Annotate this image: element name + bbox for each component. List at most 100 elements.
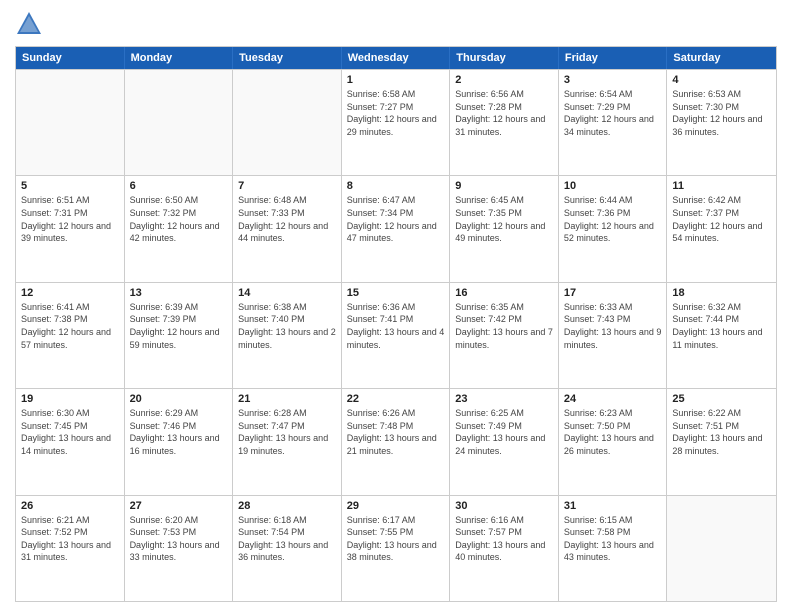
cal-cell-day-9: 9Sunrise: 6:45 AM Sunset: 7:35 PM Daylig… [450,176,559,281]
cal-cell-day-31: 31 Sunrise: 6:15 AM Sunset: 7:58 PM Dayli… [559,496,668,601]
day-number: 17 [564,287,662,299]
cal-cell-day-2: 2Sunrise: 6:56 AM Sunset: 7:28 PM Daylig… [450,70,559,175]
day-info: Sunrise: 6:36 AM Sunset: 7:41 PM Dayligh… [347,301,445,351]
day-number: 14 [238,287,336,299]
day-info: Sunrise: 6:47 AM Sunset: 7:34 PM Dayligh… [347,194,445,244]
day-number: 8 [347,180,445,192]
day-number: 13 [130,287,228,299]
cal-cell-day-10: 10 Sunrise: 6:44 AM Sunset: 7:36 PM Dayli… [559,176,668,281]
day-info: Sunrise: 6:32 AM Sunset: 7:44 PM Dayligh… [672,301,771,351]
day-info: Sunrise: 6:33 AM Sunset: 7:43 PM Dayligh… [564,301,662,351]
cal-header-sunday: Sunday [16,47,125,69]
day-info: Sunrise: 6:48 AM Sunset: 7:33 PM Dayligh… [238,194,336,244]
calendar-header-row: SundayMondayTuesdayWednesdayThursdayFrid… [16,47,776,69]
cal-cell-day-23: 23 Sunrise: 6:25 AM Sunset: 7:49 PM Dayli… [450,389,559,494]
day-number: 31 [564,500,662,512]
cal-header-wednesday: Wednesday [342,47,451,69]
day-number: 27 [130,500,228,512]
cal-cell-day-1: 1Sunrise: 6:58 AM Sunset: 7:27 PM Daylig… [342,70,451,175]
cal-cell-day-16: 16 Sunrise: 6:35 AM Sunset: 7:42 PM Dayli… [450,283,559,388]
day-info: Sunrise: 6:35 AM Sunset: 7:42 PM Dayligh… [455,301,553,351]
cal-header-thursday: Thursday [450,47,559,69]
cal-cell-day-18: 18 Sunrise: 6:32 AM Sunset: 7:44 PM Dayli… [667,283,776,388]
day-number: 6 [130,180,228,192]
cal-cell-day-28: 28Sunrise: 6:18 AM Sunset: 7:54 PM Dayli… [233,496,342,601]
day-number: 4 [672,74,771,86]
day-number: 3 [564,74,662,86]
calendar: SundayMondayTuesdayWednesdayThursdayFrid… [15,46,777,602]
day-info: Sunrise: 6:38 AM Sunset: 7:40 PM Dayligh… [238,301,336,351]
cal-row-4: 19Sunrise: 6:30 AM Sunset: 7:45 PM Dayli… [16,388,776,494]
calendar-body: 1Sunrise: 6:58 AM Sunset: 7:27 PM Daylig… [16,69,776,601]
cal-cell-day-21: 21Sunrise: 6:28 AM Sunset: 7:47 PM Dayli… [233,389,342,494]
cal-header-saturday: Saturday [667,47,776,69]
cal-cell-day-13: 13Sunrise: 6:39 AM Sunset: 7:39 PM Dayli… [125,283,234,388]
day-info: Sunrise: 6:51 AM Sunset: 7:31 PM Dayligh… [21,194,119,244]
day-info: Sunrise: 6:50 AM Sunset: 7:32 PM Dayligh… [130,194,228,244]
day-info: Sunrise: 6:28 AM Sunset: 7:47 PM Dayligh… [238,407,336,457]
day-number: 7 [238,180,336,192]
cal-header-tuesday: Tuesday [233,47,342,69]
cal-row-1: 1Sunrise: 6:58 AM Sunset: 7:27 PM Daylig… [16,69,776,175]
day-info: Sunrise: 6:44 AM Sunset: 7:36 PM Dayligh… [564,194,662,244]
cal-cell-day-27: 27 Sunrise: 6:20 AM Sunset: 7:53 PM Dayli… [125,496,234,601]
day-info: Sunrise: 6:22 AM Sunset: 7:51 PM Dayligh… [672,407,771,457]
cal-cell-day-12: 12 Sunrise: 6:41 AM Sunset: 7:38 PM Dayli… [16,283,125,388]
cal-cell-day-25: 25 Sunrise: 6:22 AM Sunset: 7:51 PM Dayli… [667,389,776,494]
day-number: 18 [672,287,771,299]
day-number: 30 [455,500,553,512]
day-info: Sunrise: 6:53 AM Sunset: 7:30 PM Dayligh… [672,88,771,138]
cal-cell-day-29: 29 Sunrise: 6:17 AM Sunset: 7:55 PM Dayli… [342,496,451,601]
cal-cell-day-6: 6 Sunrise: 6:50 AM Sunset: 7:32 PM Daylig… [125,176,234,281]
logo-icon [15,10,43,38]
day-number: 26 [21,500,119,512]
cal-cell-day-22: 22 Sunrise: 6:26 AM Sunset: 7:48 PM Dayli… [342,389,451,494]
day-info: Sunrise: 6:26 AM Sunset: 7:48 PM Dayligh… [347,407,445,457]
page: SundayMondayTuesdayWednesdayThursdayFrid… [0,0,792,612]
day-info: Sunrise: 6:45 AM Sunset: 7:35 PM Dayligh… [455,194,553,244]
cal-cell-day-3: 3Sunrise: 6:54 AM Sunset: 7:29 PM Daylig… [559,70,668,175]
header [15,10,777,38]
cal-cell-day-14: 14 Sunrise: 6:38 AM Sunset: 7:40 PM Dayli… [233,283,342,388]
cal-cell-day-19: 19Sunrise: 6:30 AM Sunset: 7:45 PM Dayli… [16,389,125,494]
cal-cell-day-30: 30 Sunrise: 6:16 AM Sunset: 7:57 PM Dayli… [450,496,559,601]
day-info: Sunrise: 6:41 AM Sunset: 7:38 PM Dayligh… [21,301,119,351]
day-info: Sunrise: 6:21 AM Sunset: 7:52 PM Dayligh… [21,514,119,564]
cal-cell-day-26: 26 Sunrise: 6:21 AM Sunset: 7:52 PM Dayli… [16,496,125,601]
cal-cell-empty [667,496,776,601]
cal-row-3: 12 Sunrise: 6:41 AM Sunset: 7:38 PM Dayli… [16,282,776,388]
day-info: Sunrise: 6:29 AM Sunset: 7:46 PM Dayligh… [130,407,228,457]
cal-row-5: 26 Sunrise: 6:21 AM Sunset: 7:52 PM Dayli… [16,495,776,601]
day-number: 29 [347,500,445,512]
day-number: 12 [21,287,119,299]
day-number: 25 [672,393,771,405]
day-number: 20 [130,393,228,405]
cal-cell-day-24: 24Sunrise: 6:23 AM Sunset: 7:50 PM Dayli… [559,389,668,494]
day-info: Sunrise: 6:56 AM Sunset: 7:28 PM Dayligh… [455,88,553,138]
day-number: 16 [455,287,553,299]
day-info: Sunrise: 6:17 AM Sunset: 7:55 PM Dayligh… [347,514,445,564]
day-info: Sunrise: 6:15 AM Sunset: 7:58 PM Dayligh… [564,514,662,564]
cal-cell-day-11: 11Sunrise: 6:42 AM Sunset: 7:37 PM Dayli… [667,176,776,281]
cal-header-friday: Friday [559,47,668,69]
day-info: Sunrise: 6:25 AM Sunset: 7:49 PM Dayligh… [455,407,553,457]
day-number: 5 [21,180,119,192]
cal-cell-empty [125,70,234,175]
cal-cell-day-17: 17 Sunrise: 6:33 AM Sunset: 7:43 PM Dayli… [559,283,668,388]
cal-row-2: 5 Sunrise: 6:51 AM Sunset: 7:31 PM Daylig… [16,175,776,281]
day-number: 22 [347,393,445,405]
day-info: Sunrise: 6:20 AM Sunset: 7:53 PM Dayligh… [130,514,228,564]
cal-cell-day-20: 20 Sunrise: 6:29 AM Sunset: 7:46 PM Dayli… [125,389,234,494]
cal-cell-day-5: 5 Sunrise: 6:51 AM Sunset: 7:31 PM Daylig… [16,176,125,281]
logo [15,10,47,38]
day-number: 19 [21,393,119,405]
day-number: 10 [564,180,662,192]
day-number: 23 [455,393,553,405]
cal-header-monday: Monday [125,47,234,69]
day-number: 28 [238,500,336,512]
day-number: 24 [564,393,662,405]
cal-cell-empty [16,70,125,175]
day-info: Sunrise: 6:16 AM Sunset: 7:57 PM Dayligh… [455,514,553,564]
day-number: 1 [347,74,445,86]
cal-cell-day-4: 4 Sunrise: 6:53 AM Sunset: 7:30 PM Daylig… [667,70,776,175]
